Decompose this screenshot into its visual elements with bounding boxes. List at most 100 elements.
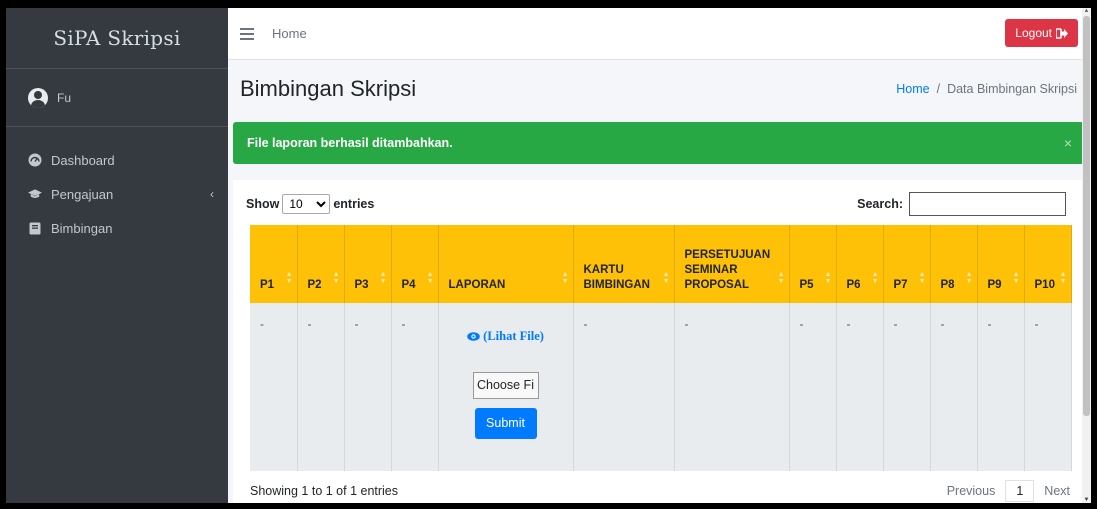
- sidebar-item-dashboard[interactable]: Dashboard: [6, 143, 228, 177]
- column-label: P10: [1034, 279, 1055, 291]
- table-header-row: P1 ▲ ▼ P2 ▲ ▼ P3 ▲ ▼ P4 ▲ ▼ LAPORAN ▲ ▼ KARTU BIMB…: [250, 225, 1072, 303]
- column-label: P4: [401, 279, 416, 291]
- submit-button[interactable]: Submit: [474, 408, 537, 439]
- column-label: LAPORAN: [448, 279, 506, 291]
- chevron-left-icon[interactable]: ‹: [210, 187, 214, 201]
- sign-out-icon: [1056, 27, 1068, 39]
- column-label: P5: [799, 279, 814, 291]
- cell-p7: -: [883, 303, 931, 471]
- user-name: Fu: [57, 90, 72, 105]
- book-icon: [28, 221, 42, 235]
- sort-icon: ▲ ▼: [918, 271, 926, 285]
- breadcrumb-current: Data Bimbingan Skripsi: [947, 82, 1077, 96]
- scroll-down-icon[interactable]: ▼: [1082, 497, 1091, 503]
- column-header-persetujuan[interactable]: PERSETUJUAN SEMINAR PROPOSAL ▲ ▼: [674, 225, 790, 303]
- bimbingan-table: P1 ▲ ▼ P2 ▲ ▼ P3 ▲ ▼ P4 ▲ ▼ LAPORAN ▲ ▼ KARTU BIMB…: [250, 225, 1072, 471]
- top-navbar: Home Logout: [228, 8, 1091, 60]
- column-label: P3: [354, 279, 369, 291]
- menu-toggle-icon[interactable]: [240, 27, 254, 40]
- sidebar-nav: Dashboard Pengajuan ‹ Bimbingan: [6, 127, 228, 245]
- cell-laporan: (Lihat File) Choose Fi Submit: [438, 303, 574, 471]
- column-header-p1[interactable]: P1 ▲ ▼: [250, 225, 298, 303]
- table-container: P1 ▲ ▼ P2 ▲ ▼ P3 ▲ ▼ P4 ▲ ▼ LAPORAN ▲ ▼ KARTU BIMB…: [250, 225, 1084, 471]
- cell-kartu-bimbingan: -: [573, 303, 675, 471]
- sort-icon: ▲ ▼: [379, 271, 387, 285]
- cell-p6: -: [836, 303, 884, 471]
- sort-icon: ▲ ▼: [662, 271, 670, 285]
- column-header-p8[interactable]: P8 ▲ ▼: [930, 225, 978, 303]
- sort-icon: ▲ ▼: [1059, 271, 1067, 285]
- avatar: [28, 87, 48, 108]
- datatable-footer: Showing 1 to 1 of 1 entries Previous 1 N…: [250, 479, 1072, 503]
- pagination: Previous 1 Next: [945, 480, 1072, 502]
- sort-icon: ▲ ▼: [1012, 271, 1020, 285]
- sort-icon: ▲ ▼: [332, 271, 340, 285]
- column-header-p5[interactable]: P5 ▲ ▼: [789, 225, 837, 303]
- column-header-p4[interactable]: P4 ▲ ▼: [391, 225, 439, 303]
- column-header-p9[interactable]: P9 ▲ ▼: [977, 225, 1025, 303]
- lihat-file-label: (Lihat File): [483, 329, 544, 343]
- page-title: Bimbingan Skripsi: [240, 76, 417, 101]
- page-length-control: Show 10 entries: [246, 194, 374, 214]
- cell-p5: -: [789, 303, 837, 471]
- pagination-next[interactable]: Next: [1042, 481, 1072, 501]
- tachometer-icon: [28, 153, 42, 167]
- breadcrumb-home[interactable]: Home: [896, 82, 929, 96]
- table-row: - - - - (Lihat File) Choose Fi Submit - …: [250, 303, 1072, 471]
- column-header-p10[interactable]: P10 ▲ ▼: [1024, 225, 1072, 303]
- column-header-kartu-bimbingan[interactable]: KARTU BIMBINGAN ▲ ▼: [573, 225, 675, 303]
- search-input[interactable]: [909, 192, 1066, 216]
- cell-p10: -: [1024, 303, 1072, 471]
- sidebar-item-bimbingan[interactable]: Bimbingan: [6, 211, 228, 245]
- pagination-previous[interactable]: Previous: [945, 481, 998, 501]
- search-control: Search:: [857, 192, 1066, 216]
- choose-file-button[interactable]: Choose Fi: [472, 372, 539, 399]
- sidebar-item-label: Dashboard: [51, 152, 115, 168]
- column-header-laporan[interactable]: LAPORAN ▲ ▼: [438, 225, 574, 303]
- page-length-select[interactable]: 10: [282, 194, 331, 214]
- column-label: P9: [987, 279, 1002, 291]
- eye-icon: [467, 332, 480, 341]
- alert-close-button[interactable]: ×: [1064, 135, 1072, 151]
- top-home-link[interactable]: Home: [272, 26, 307, 41]
- column-header-p2[interactable]: P2 ▲ ▼: [297, 225, 345, 303]
- brand-logo[interactable]: SiPA Skripsi: [6, 8, 228, 69]
- column-header-p3[interactable]: P3 ▲ ▼: [344, 225, 392, 303]
- cell-p4: -: [391, 303, 439, 471]
- lihat-file-link[interactable]: (Lihat File): [439, 329, 573, 344]
- sidebar-item-pengajuan[interactable]: Pengajuan ‹: [6, 177, 228, 211]
- graduation-cap-icon: [28, 187, 42, 201]
- brand-text: SiPA Skripsi: [53, 26, 181, 50]
- sidebar-item-label: Bimbingan: [51, 220, 113, 236]
- sort-icon: ▲ ▼: [965, 271, 973, 285]
- content-wrapper: Bimbingan Skripsi Home / Data Bimbingan Sk…: [228, 60, 1091, 503]
- sort-icon: ▲ ▼: [561, 271, 569, 285]
- sort-icon: ▲ ▼: [824, 271, 832, 285]
- column-label: P8: [940, 279, 955, 291]
- breadcrumb-separator: /: [936, 82, 941, 96]
- breadcrumb: Home / Data Bimbingan Skripsi: [896, 82, 1077, 96]
- table-info: Showing 1 to 1 of 1 entries: [250, 484, 399, 498]
- scroll-up-icon[interactable]: ▲: [1082, 8, 1091, 14]
- sidebar-item-label: Pengajuan: [51, 186, 114, 202]
- sidebar: SiPA Skripsi Fu Dashboard Pengajuan ‹ Bi…: [6, 8, 228, 503]
- logout-button[interactable]: Logout: [1005, 19, 1078, 47]
- datatable-card: Show 10 entries Search: P1 ▲ ▼ P2 ▲ ▼ P3…: [233, 180, 1084, 503]
- logout-label: Logout: [1015, 26, 1052, 40]
- show-label: Show: [246, 197, 280, 211]
- pagination-page[interactable]: 1: [1005, 480, 1035, 502]
- cell-p8: -: [930, 303, 978, 471]
- scrollbar-thumb[interactable]: [1083, 16, 1090, 416]
- search-label: Search:: [857, 197, 903, 211]
- cell-p9: -: [977, 303, 1025, 471]
- column-header-p6[interactable]: P6 ▲ ▼: [836, 225, 884, 303]
- column-label: P7: [893, 279, 908, 291]
- page-scrollbar[interactable]: ▲ ▼: [1082, 8, 1091, 503]
- column-header-p7[interactable]: P7 ▲ ▼: [883, 225, 931, 303]
- user-panel[interactable]: Fu: [6, 69, 228, 127]
- column-label: PERSETUJUAN SEMINAR PROPOSAL: [684, 249, 771, 291]
- entries-label: entries: [333, 197, 375, 211]
- success-alert: File laporan berhasil ditambahkan. ×: [233, 122, 1084, 164]
- cell-p1: -: [250, 303, 298, 471]
- alert-message: File laporan berhasil ditambahkan.: [247, 136, 453, 150]
